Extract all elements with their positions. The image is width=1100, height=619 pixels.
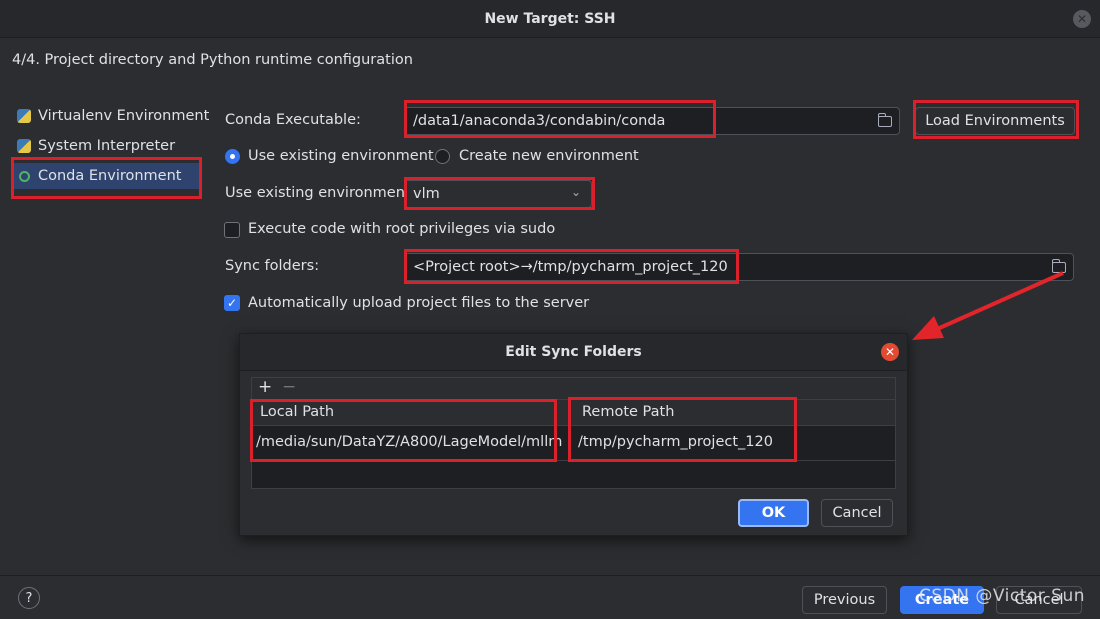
column-remote-path[interactable]: Remote Path bbox=[582, 404, 674, 420]
env-select[interactable]: vlm ⌄ bbox=[404, 180, 592, 208]
window-title: New Target: SSH bbox=[484, 11, 616, 27]
column-local-path[interactable]: Local Path bbox=[260, 404, 334, 420]
sync-folders-input[interactable]: <Project root>→/tmp/pycharm_project_120 bbox=[404, 253, 1074, 281]
radio-create-new[interactable] bbox=[435, 149, 450, 164]
dialog-titlebar: Edit Sync Folders ✕ bbox=[240, 334, 907, 371]
remove-icon[interactable]: − bbox=[282, 377, 296, 397]
watermark: CSDN @Victor Sun bbox=[919, 586, 1085, 606]
sidebar-item-label: Virtualenv Environment bbox=[38, 108, 210, 124]
sudo-checkbox[interactable] bbox=[224, 222, 240, 238]
virtualenv-icon bbox=[16, 108, 32, 124]
dialog-title: Edit Sync Folders bbox=[505, 344, 642, 360]
table-header: Local Path Remote Path bbox=[252, 400, 895, 426]
auto-upload-checkbox[interactable]: ✓ bbox=[224, 295, 240, 311]
sync-folder-icon[interactable] bbox=[1051, 259, 1066, 273]
row-local-path[interactable]: /media/sun/DataYZ/A800/LageModel/mllm bbox=[256, 434, 562, 450]
sidebar-item-label: System Interpreter bbox=[38, 138, 176, 154]
radio-create-new-label[interactable]: Create new environment bbox=[459, 148, 639, 164]
close-icon[interactable]: ✕ bbox=[1073, 10, 1091, 28]
env-select-value: vlm bbox=[413, 186, 440, 202]
previous-button[interactable]: Previous bbox=[802, 586, 887, 614]
step-title: 4/4. Project directory and Python runtim… bbox=[12, 52, 413, 68]
sidebar-item-system-interpreter[interactable]: System Interpreter bbox=[16, 133, 175, 159]
conda-executable-input[interactable]: /data1/anaconda3/condabin/conda bbox=[404, 107, 900, 135]
dialog-close-icon[interactable]: ✕ bbox=[881, 343, 899, 361]
add-icon[interactable]: + bbox=[258, 377, 272, 397]
conda-executable-value: /data1/anaconda3/condabin/conda bbox=[413, 113, 666, 129]
dialog-cancel-button[interactable]: Cancel bbox=[821, 499, 893, 527]
conda-icon bbox=[16, 168, 32, 184]
row-divider bbox=[252, 460, 895, 461]
radio-use-existing-label[interactable]: Use existing environment bbox=[248, 148, 434, 164]
sync-folders-table: + − Local Path Remote Path /media/sun/Da… bbox=[251, 377, 896, 489]
sync-folders-value: <Project root>→/tmp/pycharm_project_120 bbox=[413, 259, 728, 275]
use-existing-env-label: Use existing environment: bbox=[225, 185, 416, 201]
sync-folders-label: Sync folders: bbox=[225, 258, 320, 274]
load-environments-button[interactable]: Load Environments bbox=[915, 107, 1075, 135]
window-titlebar: New Target: SSH ✕ bbox=[0, 0, 1100, 38]
table-toolbar: + − bbox=[252, 377, 895, 400]
sidebar-item-conda[interactable]: Conda Environment bbox=[13, 163, 199, 189]
python-icon bbox=[16, 138, 32, 154]
folder-icon[interactable] bbox=[877, 113, 892, 127]
footer-divider bbox=[0, 575, 1100, 576]
table-row[interactable]: /media/sun/DataYZ/A800/LageModel/mllm /t… bbox=[252, 426, 895, 460]
row-remote-path[interactable]: /tmp/pycharm_project_120 bbox=[578, 434, 773, 450]
dialog-ok-button[interactable]: OK bbox=[738, 499, 809, 527]
sidebar-item-label: Conda Environment bbox=[38, 168, 182, 184]
auto-upload-label[interactable]: Automatically upload project files to th… bbox=[248, 295, 589, 311]
sudo-label[interactable]: Execute code with root privileges via su… bbox=[248, 221, 555, 237]
radio-use-existing[interactable] bbox=[225, 149, 240, 164]
chevron-down-icon: ⌄ bbox=[570, 185, 581, 199]
sidebar-item-virtualenv[interactable]: Virtualenv Environment bbox=[16, 103, 209, 129]
conda-executable-label: Conda Executable: bbox=[225, 112, 361, 128]
help-icon[interactable]: ? bbox=[18, 587, 40, 609]
